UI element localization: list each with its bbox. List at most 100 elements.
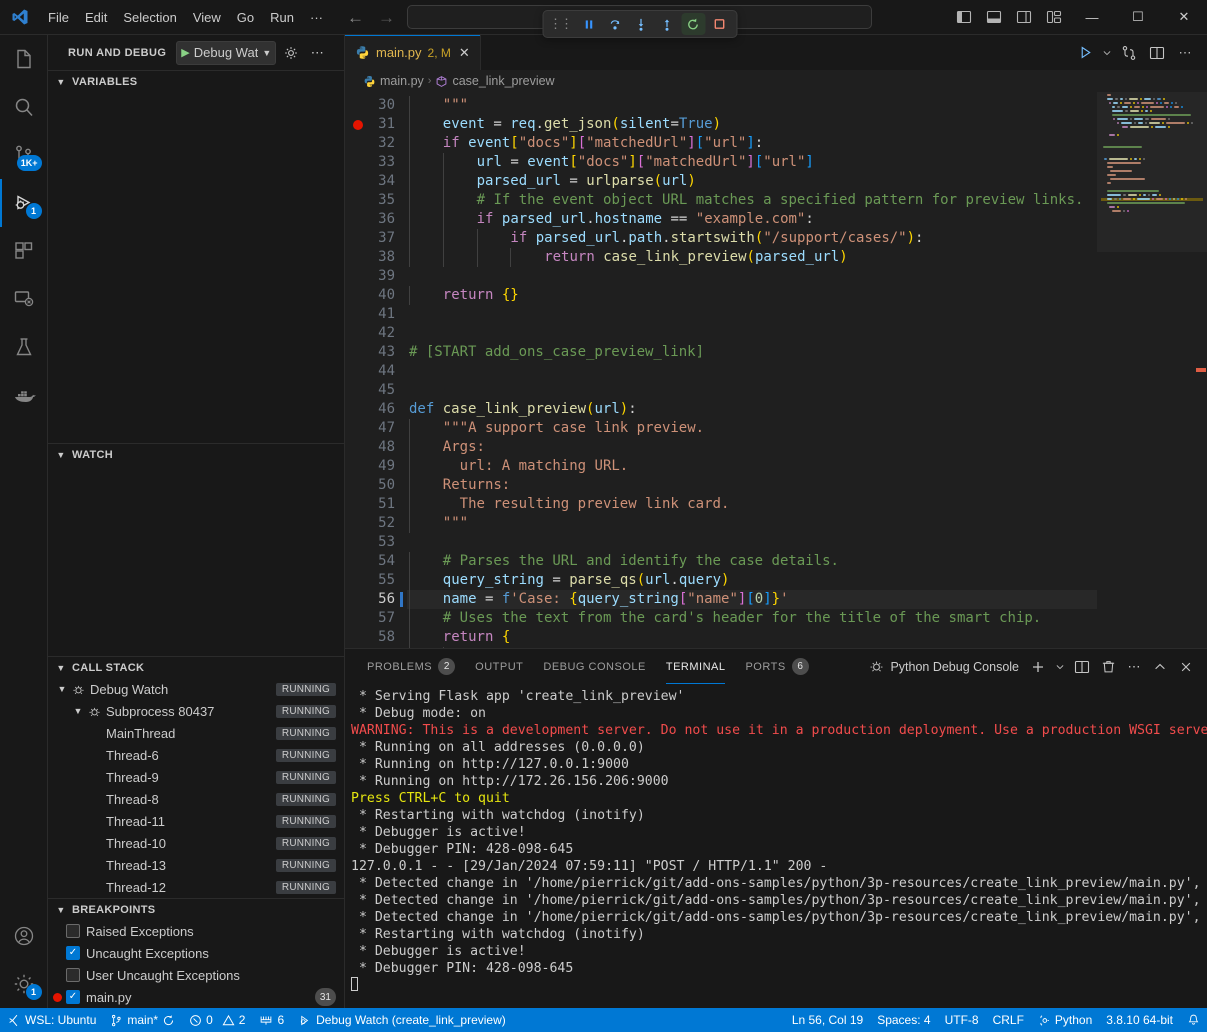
call-stack-row[interactable]: Thread-11RUNNING bbox=[48, 810, 344, 832]
terminal-output[interactable]: * Serving Flask app 'create_link_preview… bbox=[345, 684, 1207, 1008]
code-line[interactable]: """A support case link preview. bbox=[407, 419, 1097, 438]
run-dropdown-icon[interactable] bbox=[1099, 39, 1115, 67]
editor-more-actions-icon[interactable]: ⋯ bbox=[1171, 39, 1199, 67]
line-number[interactable]: 40 bbox=[345, 286, 407, 305]
call-stack-row[interactable]: Thread-9RUNNING bbox=[48, 766, 344, 788]
status-cursor-position[interactable]: Ln 56, Col 19 bbox=[785, 1013, 870, 1027]
breadcrumb-file[interactable]: main.py bbox=[363, 74, 424, 88]
sync-icon[interactable] bbox=[162, 1014, 175, 1027]
code-line[interactable]: event = req.get_json(silent=True) bbox=[407, 115, 1097, 134]
code-line[interactable]: The resulting preview link card. bbox=[407, 495, 1097, 514]
line-number[interactable]: 51 bbox=[345, 495, 407, 514]
chevron-down-icon[interactable]: ▼ bbox=[54, 684, 70, 694]
close-button[interactable]: ✕ bbox=[1161, 0, 1207, 35]
new-terminal-icon[interactable] bbox=[1025, 654, 1051, 680]
restart-button[interactable] bbox=[681, 13, 705, 35]
breakpoint-checkbox[interactable] bbox=[66, 946, 80, 960]
line-number[interactable]: 38 bbox=[345, 248, 407, 267]
maximize-panel-icon[interactable] bbox=[1147, 654, 1173, 680]
code-line[interactable] bbox=[407, 381, 1097, 400]
pause-button[interactable] bbox=[577, 13, 601, 35]
toggle-primary-sidebar-icon[interactable] bbox=[949, 3, 979, 31]
activity-item-settings[interactable]: 1 bbox=[0, 960, 48, 1008]
debug-configuration-select[interactable]: ▶ Debug Wat ▼ bbox=[176, 41, 276, 65]
code-line[interactable]: parsed_url = urlparse(url) bbox=[407, 172, 1097, 191]
watch-section-header[interactable]: ▼ WATCH bbox=[48, 443, 344, 465]
run-python-file-icon[interactable] bbox=[1071, 39, 1099, 67]
code-line[interactable]: """ bbox=[407, 96, 1097, 115]
line-number[interactable]: 37 bbox=[345, 229, 407, 248]
call-stack-row[interactable]: ▼Debug WatchRUNNING bbox=[48, 678, 344, 700]
code-line[interactable]: if parsed_url.path.startswith("/support/… bbox=[407, 229, 1097, 248]
line-number[interactable]: 41 bbox=[345, 305, 407, 324]
line-number[interactable]: 43 bbox=[345, 343, 407, 362]
line-number-gutter[interactable]: 3031323334353637383940414243444546474849… bbox=[345, 92, 407, 648]
breakpoint-row[interactable]: main.py31 bbox=[48, 986, 344, 1008]
panel-tab-problems[interactable]: PROBLEMS 2 bbox=[357, 649, 465, 684]
menu-edit[interactable]: Edit bbox=[77, 0, 115, 34]
variables-section-header[interactable]: ▼ VARIABLES bbox=[48, 70, 344, 92]
call-stack-row[interactable]: Thread-8RUNNING bbox=[48, 788, 344, 810]
line-number[interactable]: 45 bbox=[345, 381, 407, 400]
line-number[interactable]: 56 bbox=[345, 590, 407, 609]
command-center[interactable]: Ubuntu] ⋮⋮ bbox=[407, 5, 872, 29]
menu-go[interactable]: Go bbox=[229, 0, 262, 34]
line-number[interactable]: 32 bbox=[345, 134, 407, 153]
activity-item-run-and-debug[interactable]: 1 bbox=[0, 179, 48, 227]
line-number[interactable]: 39 bbox=[345, 267, 407, 286]
sidebar-more-actions-icon[interactable]: ⋯ bbox=[306, 42, 328, 64]
drag-handle-icon[interactable]: ⋮⋮ bbox=[548, 16, 575, 32]
code-line[interactable] bbox=[407, 267, 1097, 286]
activity-item-search[interactable] bbox=[0, 83, 48, 131]
status-ports[interactable]: 6 bbox=[252, 1008, 291, 1032]
close-tab-icon[interactable]: ✕ bbox=[459, 45, 470, 61]
panel-tab-output[interactable]: OUTPUT bbox=[465, 649, 533, 684]
status-language-mode[interactable]: Python bbox=[1031, 1013, 1099, 1027]
panel-tab-terminal[interactable]: TERMINAL bbox=[656, 649, 736, 684]
activity-item-source-control[interactable]: 1K+ bbox=[0, 131, 48, 179]
breakpoint-row[interactable]: Raised Exceptions bbox=[48, 920, 344, 942]
code-line[interactable]: if event["docs"]["matchedUrl"]["url"]: bbox=[407, 134, 1097, 153]
breakpoint-checkbox[interactable] bbox=[66, 924, 80, 938]
call-stack-row[interactable]: Thread-12RUNNING bbox=[48, 876, 344, 898]
line-number[interactable]: 58 bbox=[345, 628, 407, 647]
code-line[interactable]: name = f'Case: {query_string["name"][0]}… bbox=[407, 590, 1097, 609]
go-back-icon[interactable]: ← bbox=[347, 9, 364, 26]
code-content[interactable]: """event = req.get_json(silent=True)if e… bbox=[407, 92, 1097, 648]
status-interpreter[interactable]: 3.8.10 64-bit bbox=[1099, 1013, 1180, 1027]
active-terminal-name[interactable]: Python Debug Console bbox=[869, 659, 1019, 674]
call-stack-row[interactable]: Thread-13RUNNING bbox=[48, 854, 344, 876]
activity-item-docker[interactable] bbox=[0, 371, 48, 419]
maximize-button[interactable]: ☐ bbox=[1115, 0, 1161, 35]
menu-view[interactable]: View bbox=[185, 0, 229, 34]
line-number[interactable]: 59 bbox=[345, 647, 407, 648]
menu-selection[interactable]: Selection bbox=[115, 0, 184, 34]
line-number[interactable]: 47 bbox=[345, 419, 407, 438]
menu-file[interactable]: File bbox=[40, 0, 77, 34]
editor-scrollbar[interactable] bbox=[1193, 92, 1207, 648]
line-number[interactable]: 42 bbox=[345, 324, 407, 343]
git-compare-icon[interactable] bbox=[1115, 39, 1143, 67]
code-line[interactable] bbox=[407, 324, 1097, 343]
line-number[interactable]: 48 bbox=[345, 438, 407, 457]
status-notifications[interactable] bbox=[1180, 1013, 1207, 1027]
call-stack-section-header[interactable]: ▼ CALL STACK bbox=[48, 656, 344, 678]
code-line[interactable]: # [START add_ons_case_preview_link] bbox=[407, 343, 1097, 362]
breakpoint-row[interactable]: User Uncaught Exceptions bbox=[48, 964, 344, 986]
toggle-panel-icon[interactable] bbox=[979, 3, 1009, 31]
line-number[interactable]: 36 bbox=[345, 210, 407, 229]
customize-layout-icon[interactable] bbox=[1039, 3, 1069, 31]
code-line[interactable]: # If the event object URL matches a spec… bbox=[407, 191, 1097, 210]
code-line[interactable]: # Parses the URL and identify the case d… bbox=[407, 552, 1097, 571]
minimap[interactable] bbox=[1097, 92, 1207, 648]
status-eol[interactable]: CRLF bbox=[986, 1013, 1031, 1027]
close-panel-icon[interactable] bbox=[1173, 654, 1199, 680]
code-line[interactable]: return { bbox=[407, 628, 1097, 647]
step-out-button[interactable] bbox=[655, 13, 679, 35]
line-number[interactable]: 57 bbox=[345, 609, 407, 628]
line-number[interactable]: 52 bbox=[345, 514, 407, 533]
code-line[interactable]: """ bbox=[407, 514, 1097, 533]
call-stack-row[interactable]: Thread-6RUNNING bbox=[48, 744, 344, 766]
call-stack-row[interactable]: MainThreadRUNNING bbox=[48, 722, 344, 744]
code-line[interactable]: # Uses the text from the card's header f… bbox=[407, 609, 1097, 628]
